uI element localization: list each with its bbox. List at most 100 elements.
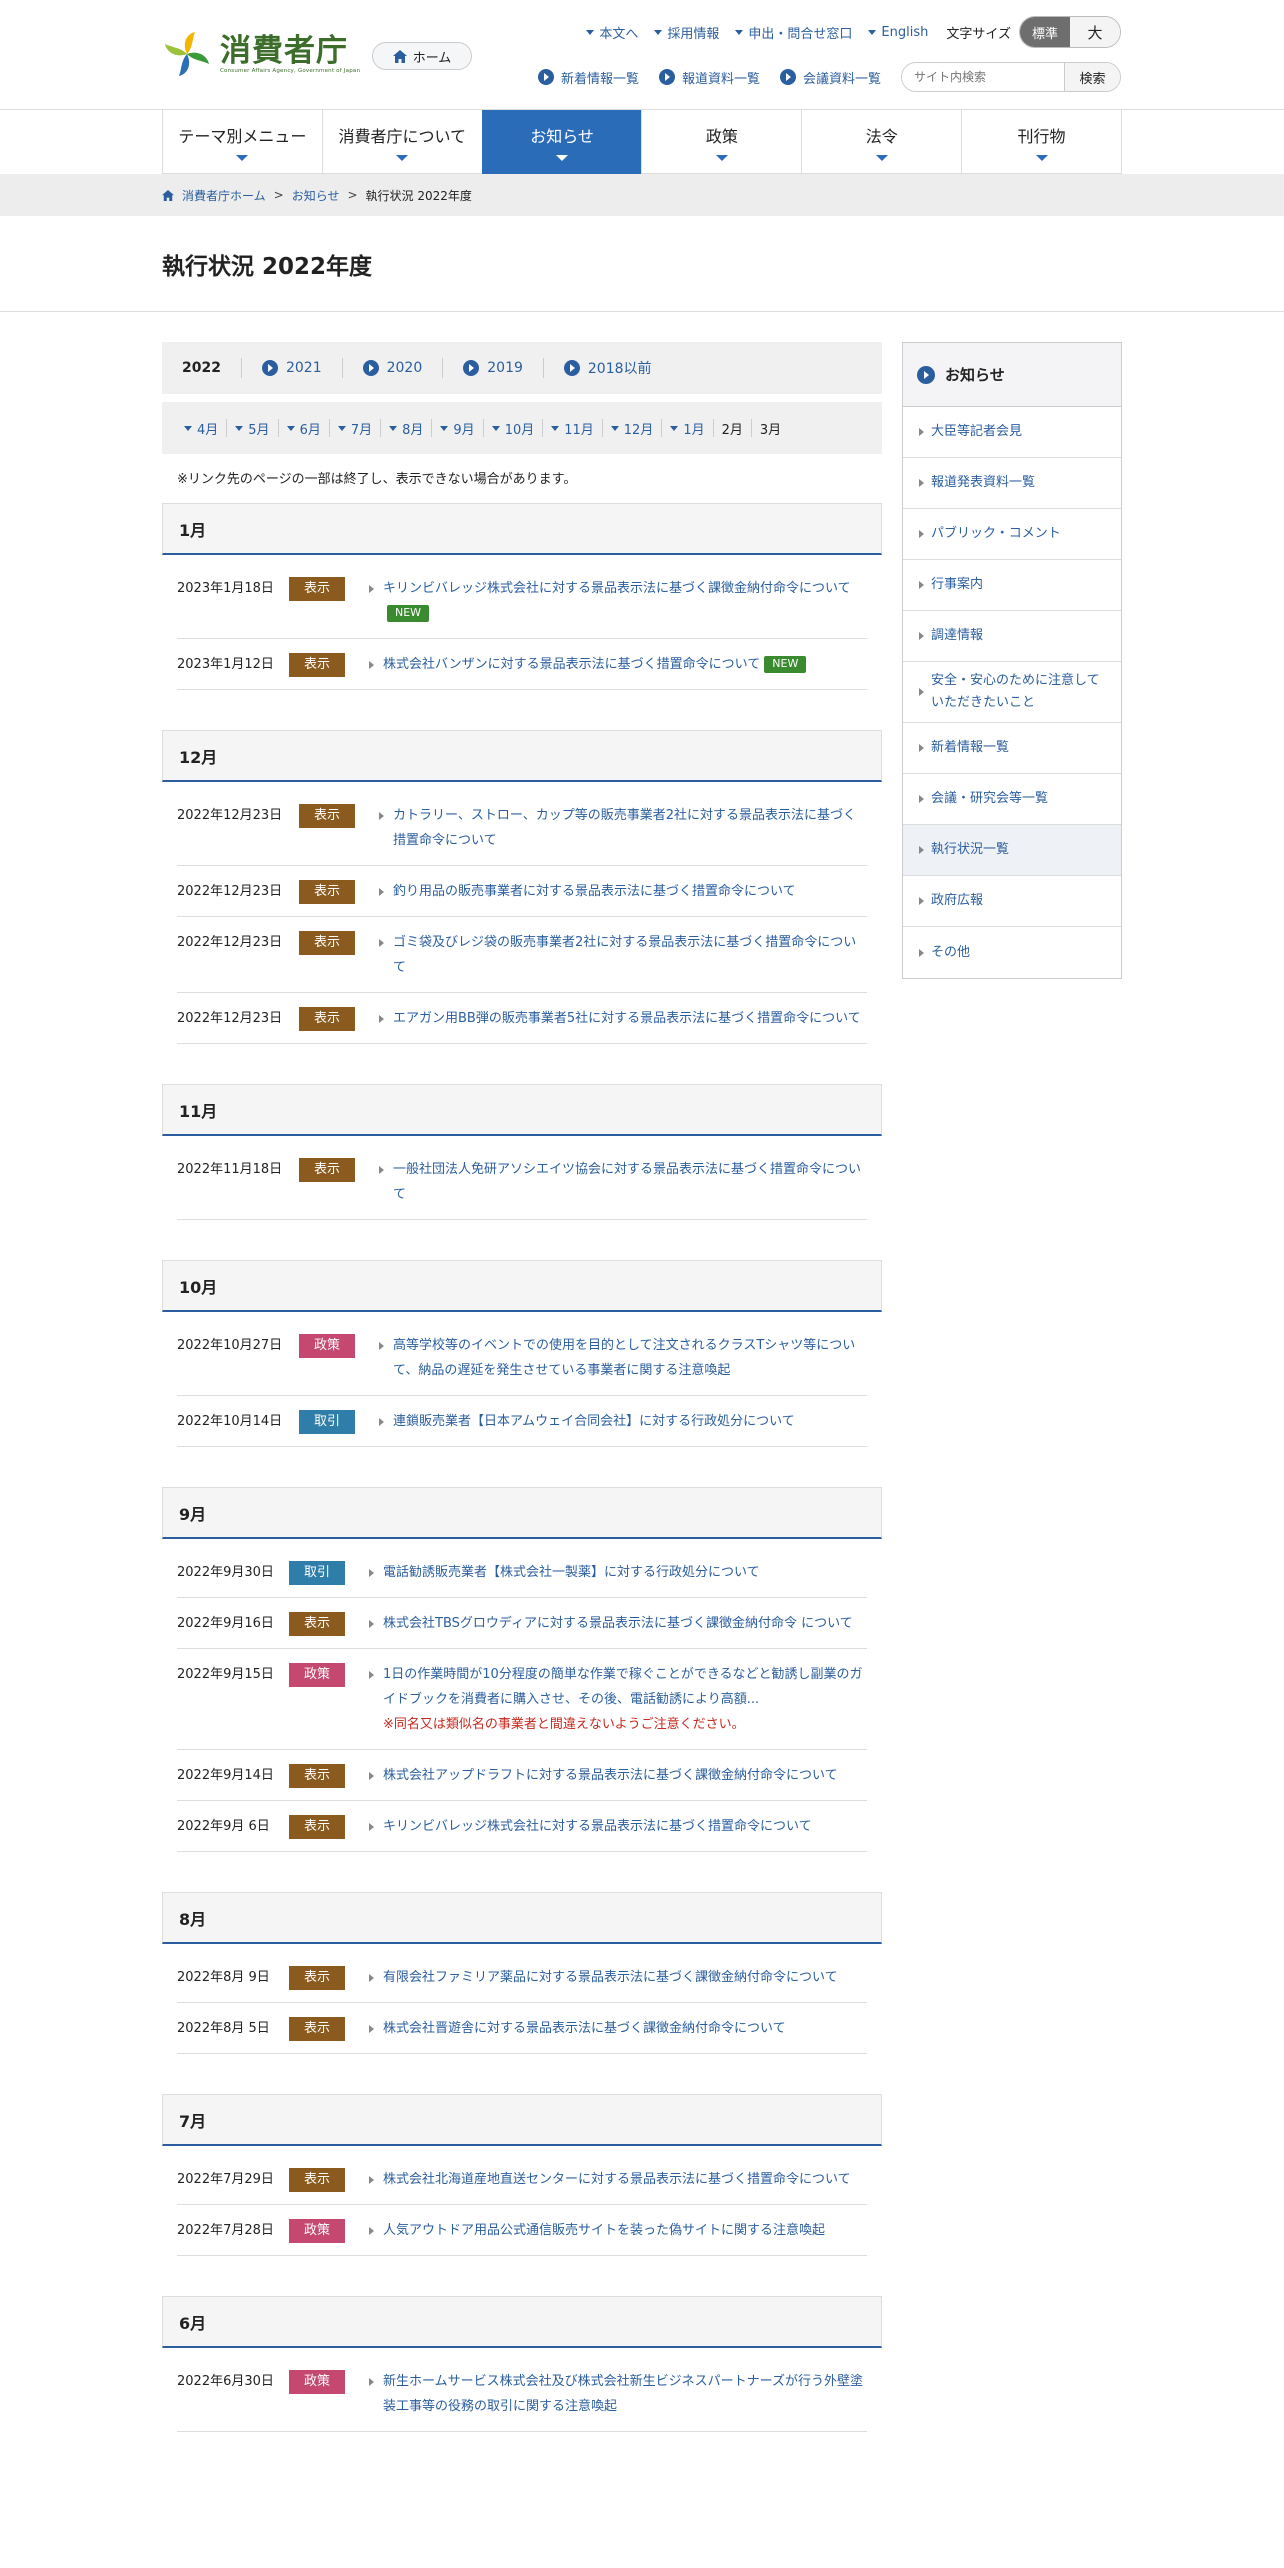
- news-link[interactable]: 1日の作業時間が10分程度の簡単な作業で稼ぐことができるなどと勧誘し副業のガイド…: [383, 1667, 863, 1707]
- news-link[interactable]: 連鎖販売業者【日本アムウェイ合同会社】に対する行政処分について: [393, 1414, 795, 1429]
- news-row: 2022年8月 5日 表示 株式会社晋遊舎に対する景品表示法に基づく課徴金納付命令に…: [177, 2003, 867, 2054]
- month-tabs: 4月 5月 6月 7月 8月 9月 10月 11月 12月 1月 2月 3月: [162, 402, 882, 454]
- news-date: 2022年9月15日: [177, 1667, 274, 1682]
- triangle-down-icon: [396, 154, 409, 161]
- sidebar-item[interactable]: 政府広報: [903, 876, 1121, 927]
- category-badge: 表示: [299, 880, 355, 904]
- util-link-main-content[interactable]: 本文へ: [586, 23, 638, 42]
- year-label: 2018以前: [587, 361, 652, 377]
- news-row: 2022年11月18日 表示 一般社団法人免研アソシエイツ協会に対する景品表示法に基…: [177, 1144, 867, 1220]
- global-nav: テーマ別メニュー 消費者庁について お知らせ 政策 法令 刊行物: [162, 110, 1122, 174]
- news-row: 2023年1月12日 表示 株式会社バンザンに対する景品表示法に基づく措置命令につい…: [177, 639, 867, 690]
- news-link[interactable]: 株式会社TBSグロウディアに対する景品表示法に基づく課徴金納付命令 について: [383, 1616, 853, 1631]
- link-press-releases[interactable]: 報道資料一覧: [658, 68, 760, 87]
- sidebar-item[interactable]: 大臣等記者会見: [903, 407, 1121, 458]
- breadcrumb-news[interactable]: お知らせ: [292, 187, 340, 204]
- news-link[interactable]: 株式会社バンザンに対する景品表示法に基づく措置命令について: [383, 657, 760, 672]
- news-link[interactable]: 株式会社アップドラフトに対する景品表示法に基づく課徴金納付命令について: [383, 1768, 838, 1783]
- home-button[interactable]: ホーム: [372, 42, 472, 70]
- gnav-about[interactable]: 消費者庁について: [321, 110, 482, 174]
- sidebar-item[interactable]: その他: [903, 927, 1121, 978]
- month-tab-link[interactable]: 1月: [661, 419, 712, 438]
- logo-mark-icon: [162, 30, 212, 78]
- news-link[interactable]: 株式会社晋遊舎に対する景品表示法に基づく課徴金納付命令について: [383, 2021, 786, 2036]
- news-link[interactable]: カトラリー、ストロー、カップ等の販売事業者2社に対する景品表示法に基づく措置命令…: [393, 808, 856, 848]
- link-new-info[interactable]: 新着情報一覧: [537, 68, 639, 87]
- news-row: 2022年12月23日 表示 ゴミ袋及びレジ袋の販売事業者2社に対する景品表示法に基…: [177, 917, 867, 993]
- year-tab-2018-earlier[interactable]: 2018以前: [542, 358, 672, 378]
- sidebar-item[interactable]: 安全・安心のために注意していただきたいこと: [903, 662, 1121, 723]
- news-link[interactable]: 新生ホームサービス株式会社及び株式会社新生ビジネスパートナーズが行う外壁塗装工事…: [383, 2374, 863, 2414]
- news-row: 2023年1月18日 表示 キリンビバレッジ株式会社に対する景品表示法に基づく課徴金…: [177, 563, 867, 639]
- news-link[interactable]: キリンビバレッジ株式会社に対する景品表示法に基づく課徴金納付命令について: [383, 581, 851, 596]
- month-tab-link[interactable]: 4月: [176, 419, 226, 438]
- sidebar-item[interactable]: 会議・研究会等一覧: [903, 774, 1121, 825]
- gnav-publications[interactable]: 刊行物: [961, 110, 1122, 174]
- utility-links: 本文へ 採用情報 申出・問合せ窓口 English 文字サイズ 標準 大: [570, 16, 1121, 48]
- category-badge: 政策: [289, 2370, 345, 2394]
- news-row: 2022年6月30日 政策 新生ホームサービス株式会社及び株式会社新生ビジネスパート…: [177, 2356, 867, 2432]
- news-date: 2022年7月28日: [177, 2223, 274, 2238]
- news-link[interactable]: 株式会社北海道産地直送センターに対する景品表示法に基づく措置命令について: [383, 2172, 851, 2187]
- news-link[interactable]: 釣り用品の販売事業者に対する景品表示法に基づく措置命令について: [393, 884, 796, 899]
- news-date: 2022年8月 5日: [177, 2021, 270, 2036]
- news-link[interactable]: キリンビバレッジ株式会社に対する景品表示法に基づく措置命令について: [383, 1819, 812, 1834]
- sidebar-item[interactable]: 行事案内: [903, 560, 1121, 611]
- house-icon: [162, 189, 174, 201]
- sidebar-item[interactable]: 調達情報: [903, 611, 1121, 662]
- font-size-standard-button[interactable]: 標準: [1020, 17, 1070, 47]
- news-row: 2022年7月29日 表示 株式会社北海道産地直送センターに対する景品表示法に基づく…: [177, 2154, 867, 2205]
- news-link[interactable]: 有限会社ファミリア薬品に対する景品表示法に基づく課徴金納付命令について: [383, 1970, 838, 1985]
- sidebar-item[interactable]: 報道発表資料一覧: [903, 458, 1121, 509]
- month-tab-link[interactable]: 6月: [277, 419, 329, 438]
- month-tab-link[interactable]: 5月: [226, 419, 277, 438]
- year-tab-2019[interactable]: 2019: [442, 358, 543, 378]
- util-link-label: 本文へ: [599, 26, 639, 42]
- logo-subtitle: Consumer Affairs Agency, Government of J…: [220, 68, 361, 74]
- search-button[interactable]: 検索: [1064, 63, 1120, 91]
- year-tab-2020[interactable]: 2020: [341, 358, 443, 378]
- site-logo[interactable]: 消費者庁 Consumer Affairs Agency, Government…: [162, 30, 360, 78]
- month-section-heading: 8月: [162, 1892, 882, 1944]
- news-list: 2022年10月27日 政策 高等学校等のイベントでの使用を目的として注文されるクラ…: [162, 1312, 882, 1447]
- news-entry: 株式会社アップドラフトに対する景品表示法に基づく課徴金納付命令について: [369, 1763, 867, 1788]
- news-entry: エアガン用BB弾の販売事業者5社に対する景品表示法に基づく措置命令について: [379, 1006, 867, 1031]
- news-link[interactable]: 一般社団法人免研アソシエイツ協会に対する景品表示法に基づく措置命令について: [393, 1162, 861, 1202]
- news-date: 2022年12月23日: [177, 884, 283, 899]
- month-tab-link[interactable]: 9月: [431, 419, 482, 438]
- month-tab-link[interactable]: 8月: [380, 419, 431, 438]
- news-date: 2022年7月29日: [177, 2172, 274, 2187]
- sidebar-item[interactable]: 新着情報一覧: [903, 723, 1121, 774]
- triangle-down-icon: [184, 425, 192, 431]
- month-tab-link[interactable]: 12月: [601, 419, 662, 438]
- util-link-recruit[interactable]: 採用情報: [654, 23, 719, 42]
- gnav-news[interactable]: お知らせ: [481, 110, 642, 174]
- news-list: 2022年9月30日 取引 電話勧誘販売業者【株式会社一製薬】に対する行政処分につい…: [162, 1539, 882, 1852]
- news-entry: 連鎖販売業者【日本アムウェイ合同会社】に対する行政処分について: [379, 1409, 867, 1434]
- news-link[interactable]: エアガン用BB弾の販売事業者5社に対する景品表示法に基づく措置命令について: [393, 1011, 861, 1026]
- month-tab-link[interactable]: 11月: [542, 419, 602, 438]
- news-list: 2022年8月 9日 表示 有限会社ファミリア薬品に対する景品表示法に基づく課徴金納…: [162, 1944, 882, 2054]
- breadcrumb-home[interactable]: 消費者庁ホーム: [182, 187, 266, 204]
- news-link[interactable]: 高等学校等のイベントでの使用を目的として注文されるクラスTシャツ等について、納品…: [393, 1338, 855, 1378]
- month-tab-link[interactable]: 7月: [328, 419, 380, 438]
- util-link-contact[interactable]: 申出・問合せ窓口: [735, 23, 852, 42]
- year-tab-2021[interactable]: 2021: [240, 358, 342, 378]
- news-link[interactable]: 人気アウトドア用品公式通信販売サイトを装った偽サイトに関する注意喚起: [383, 2223, 825, 2238]
- news-list: 2022年6月30日 政策 新生ホームサービス株式会社及び株式会社新生ビジネスパート…: [162, 2348, 882, 2432]
- gnav-laws[interactable]: 法令: [801, 110, 962, 174]
- font-size-large-button[interactable]: 大: [1070, 17, 1120, 47]
- news-link[interactable]: 電話勧誘販売業者【株式会社一製薬】に対する行政処分について: [383, 1565, 760, 1580]
- sidebar-item[interactable]: パブリック・コメント: [903, 509, 1121, 560]
- sidebar-item[interactable]: 執行状況一覧: [903, 825, 1121, 876]
- circle-arrow-icon: [563, 360, 580, 376]
- news-link[interactable]: ゴミ袋及びレジ袋の販売事業者2社に対する景品表示法に基づく措置命令について: [393, 935, 856, 975]
- gnav-policy[interactable]: 政策: [641, 110, 802, 174]
- month-tab-link[interactable]: 10月: [482, 419, 543, 438]
- category-badge: 表示: [289, 577, 345, 601]
- link-meeting-materials[interactable]: 会議資料一覧: [779, 68, 881, 87]
- util-link-english[interactable]: English: [868, 25, 928, 40]
- month-section: 9月 2022年9月30日 取引 電話勧誘販売業者【株式会社一製薬】に対する行政処分に…: [162, 1487, 882, 1852]
- search-input[interactable]: [902, 63, 1064, 91]
- gnav-theme-menu[interactable]: テーマ別メニュー: [162, 110, 322, 174]
